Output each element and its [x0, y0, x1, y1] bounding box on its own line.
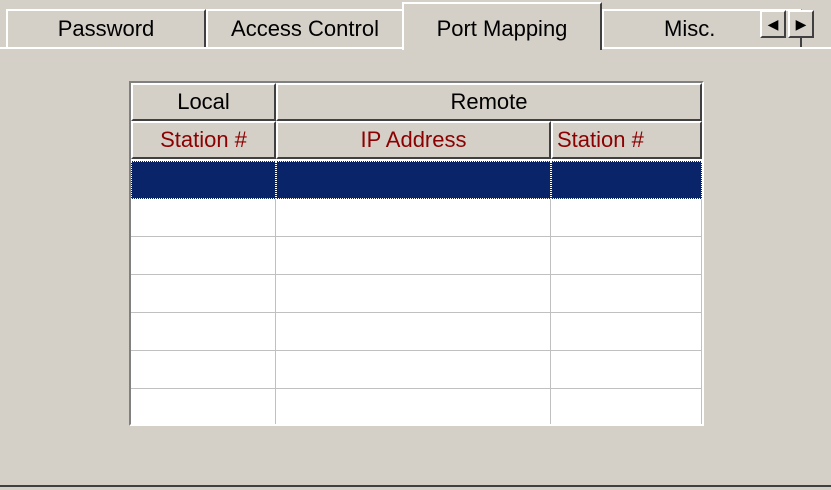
table-row[interactable] [131, 161, 702, 199]
table-row[interactable] [131, 351, 702, 389]
cell-ip-address[interactable] [276, 161, 551, 199]
column-header-remote-station[interactable]: Station # [551, 121, 702, 159]
cell-ip-address[interactable] [276, 351, 551, 389]
arrow-right-icon: ▶ [795, 15, 807, 32]
cell-ip-address[interactable] [276, 313, 551, 351]
cell-local-station[interactable] [131, 389, 276, 424]
tab-access-control[interactable]: Access Control [206, 9, 404, 47]
column-header-local-station[interactable]: Station # [131, 121, 276, 159]
tab-strip: Password Access Control Port Mapping Mis… [0, 0, 831, 50]
tab-password[interactable]: Password [6, 9, 206, 47]
cell-ip-address[interactable] [276, 199, 551, 237]
cell-remote-station[interactable] [551, 161, 702, 199]
tab-scroll-arrows: ◀ ▶ [760, 10, 816, 38]
table-row[interactable] [131, 389, 702, 424]
cell-local-station[interactable] [131, 313, 276, 351]
cell-local-station[interactable] [131, 351, 276, 389]
column-header-ip-address[interactable]: IP Address [276, 121, 551, 159]
cell-local-station[interactable] [131, 237, 276, 275]
arrow-left-icon: ◀ [767, 15, 779, 32]
tab-scroll-right-button[interactable]: ▶ [788, 10, 814, 38]
cell-remote-station[interactable] [551, 275, 702, 313]
table-row[interactable] [131, 275, 702, 313]
tab-scroll-left-button[interactable]: ◀ [760, 10, 786, 38]
column-header-row: Station # IP Address Station # [131, 121, 702, 159]
cell-ip-address[interactable] [276, 389, 551, 424]
table-row[interactable] [131, 237, 702, 275]
port-mapping-grid[interactable]: Local Remote Station # IP Address Statio… [129, 81, 704, 426]
tab-port-mapping[interactable]: Port Mapping [402, 2, 602, 50]
cell-remote-station[interactable] [551, 237, 702, 275]
table-row[interactable] [131, 199, 702, 237]
group-header-local[interactable]: Local [131, 83, 276, 121]
cell-ip-address[interactable] [276, 237, 551, 275]
tab-panel-bottom-edge [0, 485, 831, 487]
cell-remote-station[interactable] [551, 351, 702, 389]
cell-remote-station[interactable] [551, 313, 702, 351]
cell-remote-station[interactable] [551, 199, 702, 237]
cell-local-station[interactable] [131, 275, 276, 313]
cell-remote-station[interactable] [551, 389, 702, 424]
group-header-remote[interactable]: Remote [276, 83, 702, 121]
cell-local-station[interactable] [131, 199, 276, 237]
group-header-row: Local Remote [131, 83, 702, 121]
cell-ip-address[interactable] [276, 275, 551, 313]
cell-local-station[interactable] [131, 161, 276, 199]
table-row[interactable] [131, 313, 702, 351]
